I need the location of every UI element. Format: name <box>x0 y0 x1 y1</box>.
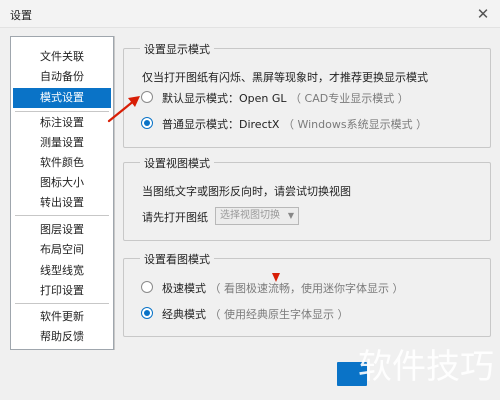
watermark-text: 软件技巧 <box>358 347 494 387</box>
sidebar-item-layout-space[interactable]: 布局空间 <box>13 240 111 260</box>
sidebar-item-annotation-settings[interactable]: 标注设置 <box>13 113 111 133</box>
sidebar-item-file-association[interactable]: 文件关联 <box>13 47 111 67</box>
window-title: 设置 <box>10 9 32 22</box>
opengl-radio[interactable] <box>141 91 153 103</box>
sidebar-divider <box>15 303 109 304</box>
fast-mode-radio[interactable] <box>141 281 153 293</box>
display-mode-group: 设置显示模式 仅当打开图纸有闪烁、黑屏等现象时，才推荐更换显示模式 默认显示模式… <box>123 41 491 148</box>
sidebar-item-software-update[interactable]: 软件更新 <box>13 307 111 327</box>
sidebar-item-measurement-settings[interactable]: 测量设置 <box>13 133 111 153</box>
view-mode-description: 当图纸文字或图形反向时，请尝试切换视图 <box>142 185 351 198</box>
sidebar-item-export-settings[interactable]: 转出设置 <box>13 193 111 213</box>
sidebar-item-print-settings[interactable]: 打印设置 <box>13 281 111 301</box>
directx-radio[interactable] <box>141 117 153 129</box>
directx-radio-label[interactable]: 普通显示模式：DirectX （ Windows系统显示模式 ） <box>162 116 427 132</box>
chevron-down-icon: ▼ <box>287 211 294 220</box>
opengl-option-hint: （ CAD专业显示模式 ） <box>290 92 409 105</box>
sidebar-item-mode-settings[interactable]: 模式设置 <box>13 88 111 108</box>
classic-mode-hint: （ 使用经典原生字体显示 ） <box>209 308 349 321</box>
display-mode-description: 仅当打开图纸有闪烁、黑屏等现象时，才推荐更换显示模式 <box>142 71 428 84</box>
view-switch-select[interactable]: 选择视图切换 ▼ <box>215 207 299 225</box>
sidebar-item-layer-settings[interactable]: 图层设置 <box>13 220 111 240</box>
red-triangle-annotation-icon <box>272 273 280 282</box>
close-icon[interactable]: ✕ <box>474 5 492 23</box>
view-switch-select-value: 选择视图切换 <box>220 210 280 221</box>
fast-mode-hint: （ 看图极速流畅，使用迷你字体显示 ） <box>209 282 404 295</box>
open-drawing-prompt: 请先打开图纸 <box>142 211 208 224</box>
view-mode-group: 设置视图模式 当图纸文字或图形反向时，请尝试切换视图 请先打开图纸 选择视图切换… <box>123 155 491 241</box>
viewing-mode-title: 设置看图模式 <box>140 251 214 267</box>
sidebar-item-software-color[interactable]: 软件颜色 <box>13 153 111 173</box>
settings-sidebar: 文件关联 自动备份 模式设置 标注设置 测量设置 软件颜色 图标大小 转出设置 … <box>10 36 114 350</box>
classic-mode-radio-label[interactable]: 经典模式 （ 使用经典原生字体显示 ） <box>162 306 349 322</box>
display-mode-title: 设置显示模式 <box>140 41 214 57</box>
sidebar-item-help-feedback[interactable]: 帮助反馈 <box>13 327 111 347</box>
sidebar-item-icon-size[interactable]: 图标大小 <box>13 173 111 193</box>
directx-option-hint: （ Windows系统显示模式 ） <box>282 118 428 131</box>
sidebar-item-auto-backup[interactable]: 自动备份 <box>13 67 111 87</box>
classic-mode-radio[interactable] <box>141 307 153 319</box>
settings-content: 设置显示模式 仅当打开图纸有闪烁、黑屏等现象时，才推荐更换显示模式 默认显示模式… <box>114 36 498 350</box>
sidebar-divider <box>15 111 109 112</box>
view-mode-title: 设置视图模式 <box>140 155 214 171</box>
opengl-option-label: 默认显示模式：Open GL <box>162 92 287 105</box>
viewing-mode-group: 设置看图模式 极速模式 （ 看图极速流畅，使用迷你字体显示 ） 经典模式 （ 使… <box>123 251 491 337</box>
directx-option-label: 普通显示模式：DirectX <box>162 118 280 131</box>
opengl-radio-label[interactable]: 默认显示模式：Open GL （ CAD专业显示模式 ） <box>162 90 409 106</box>
red-arrow-annotation-icon <box>107 96 140 123</box>
fast-mode-radio-label[interactable]: 极速模式 （ 看图极速流畅，使用迷你字体显示 ） <box>162 280 404 296</box>
sidebar-item-line-type-width[interactable]: 线型线宽 <box>13 261 111 281</box>
fast-mode-label: 极速模式 <box>162 282 206 295</box>
classic-mode-label: 经典模式 <box>162 308 206 321</box>
sidebar-divider <box>15 215 109 216</box>
window-title-bar: 设置 ✕ <box>0 0 500 28</box>
